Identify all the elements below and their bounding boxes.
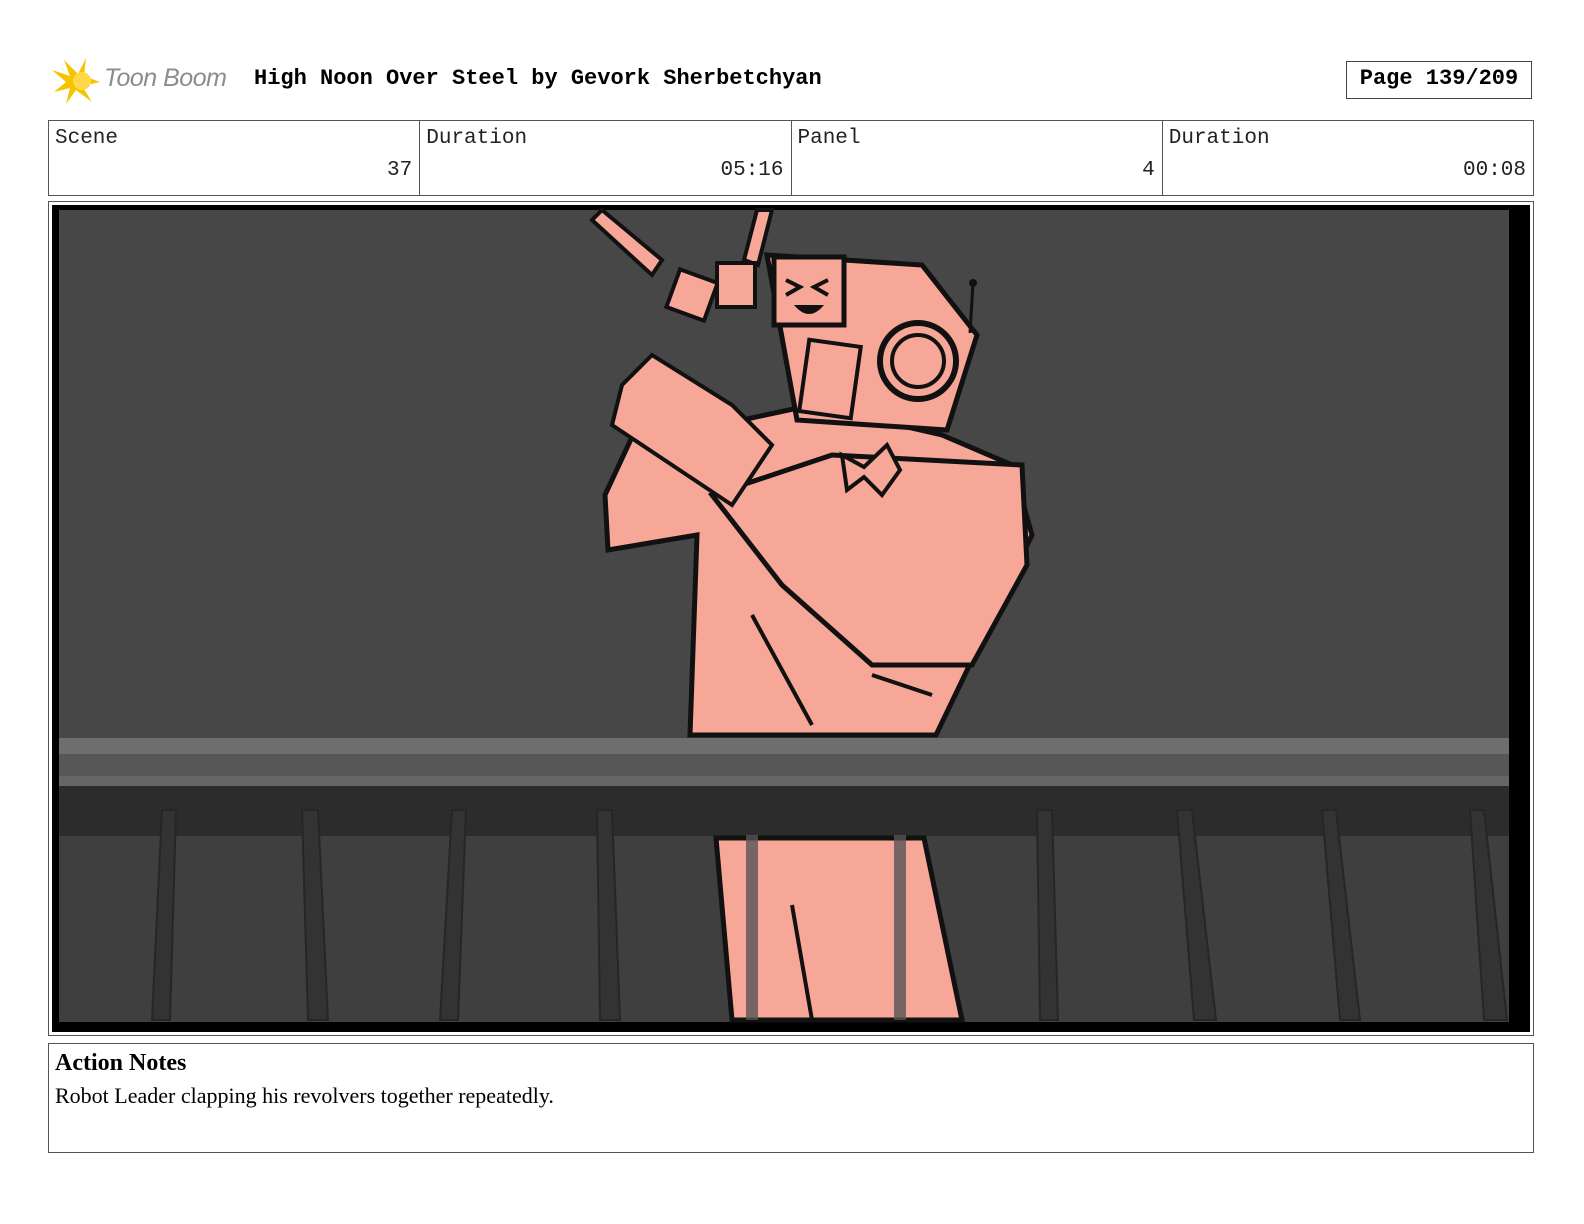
burst-icon [52,58,100,104]
storyboard-panel [48,201,1534,1036]
action-notes-title: Action Notes [55,1050,187,1076]
panel-cell: Panel 4 [792,121,1163,195]
document-title: High Noon Over Steel by Gevork Sherbetch… [254,66,822,91]
panel-duration-cell: Duration 00:08 [1163,121,1533,195]
action-notes-body: Robot Leader clapping his revolvers toge… [55,1083,554,1108]
storyboard-header: Toon Boom High Noon Over Steel by Gevork… [52,56,1532,106]
panel-drawing [52,205,1530,1032]
info-row: Scene 37 Duration 05:16 Panel 4 Duration… [48,120,1534,196]
panel-value: 4 [1142,159,1155,182]
tv-screen [771,254,847,328]
scene-duration-cell: Duration 05:16 [420,121,792,195]
scene-cell: Scene 37 [49,121,421,195]
scene-value: 37 [387,159,413,182]
panel-label: Panel [797,127,861,150]
logo-text: Toon Boom [104,64,227,92]
page-number: Page 139/209 [1346,61,1532,99]
scene-label: Scene [55,127,119,150]
scene-duration-label: Duration [426,127,528,150]
action-notes: Action Notes Robot Leader clapping his r… [48,1043,1534,1153]
toon-boom-logo: Toon Boom [52,56,238,106]
panel-duration-label: Duration [1168,127,1270,150]
panel-duration-value: 00:08 [1462,159,1526,182]
scene-duration-value: 05:16 [720,159,784,182]
